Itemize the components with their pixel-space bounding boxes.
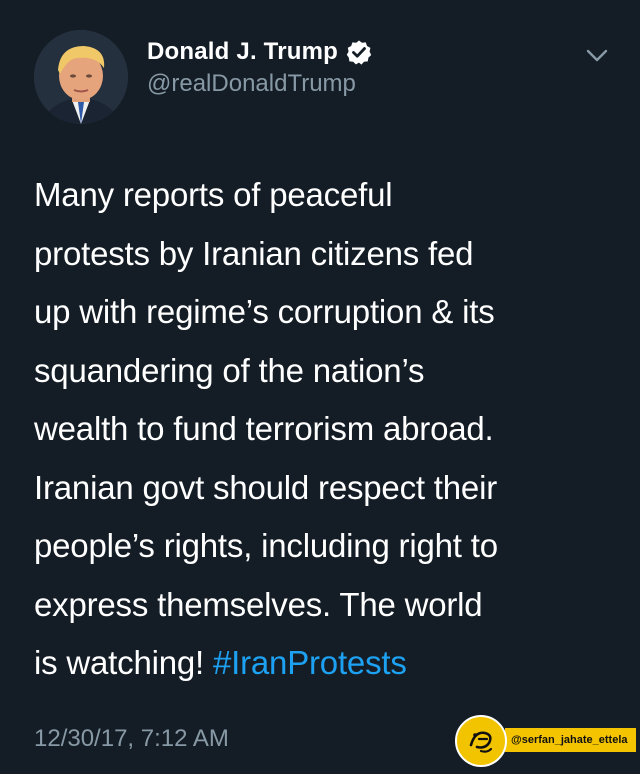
avatar-image [34, 30, 128, 124]
tweet-body: Many reports of peaceful protests by Ira… [34, 176, 498, 681]
tweet-card: Donald J. Trump @realDonaldTrump Many re… [0, 0, 640, 774]
chevron-down-icon[interactable] [585, 48, 609, 64]
name-row: Donald J. Trump [147, 36, 372, 68]
display-name[interactable]: Donald J. Trump [147, 38, 338, 66]
tweet-timestamp[interactable]: 12/30/17, 7:12 AM [34, 725, 229, 753]
tweet-text: Many reports of peaceful protests by Ira… [34, 166, 624, 693]
hashtag-link[interactable]: #IranProtests [213, 644, 407, 681]
user-handle[interactable]: @realDonaldTrump [147, 70, 372, 98]
avatar[interactable] [34, 30, 128, 124]
channel-logo-icon [455, 715, 507, 767]
watermark-label: @serfan_jahate_ettela [505, 728, 636, 752]
channel-watermark: @serfan_jahate_ettela [455, 715, 636, 767]
tweet-header: Donald J. Trump @realDonaldTrump [147, 36, 372, 98]
verified-badge-icon [346, 39, 372, 65]
